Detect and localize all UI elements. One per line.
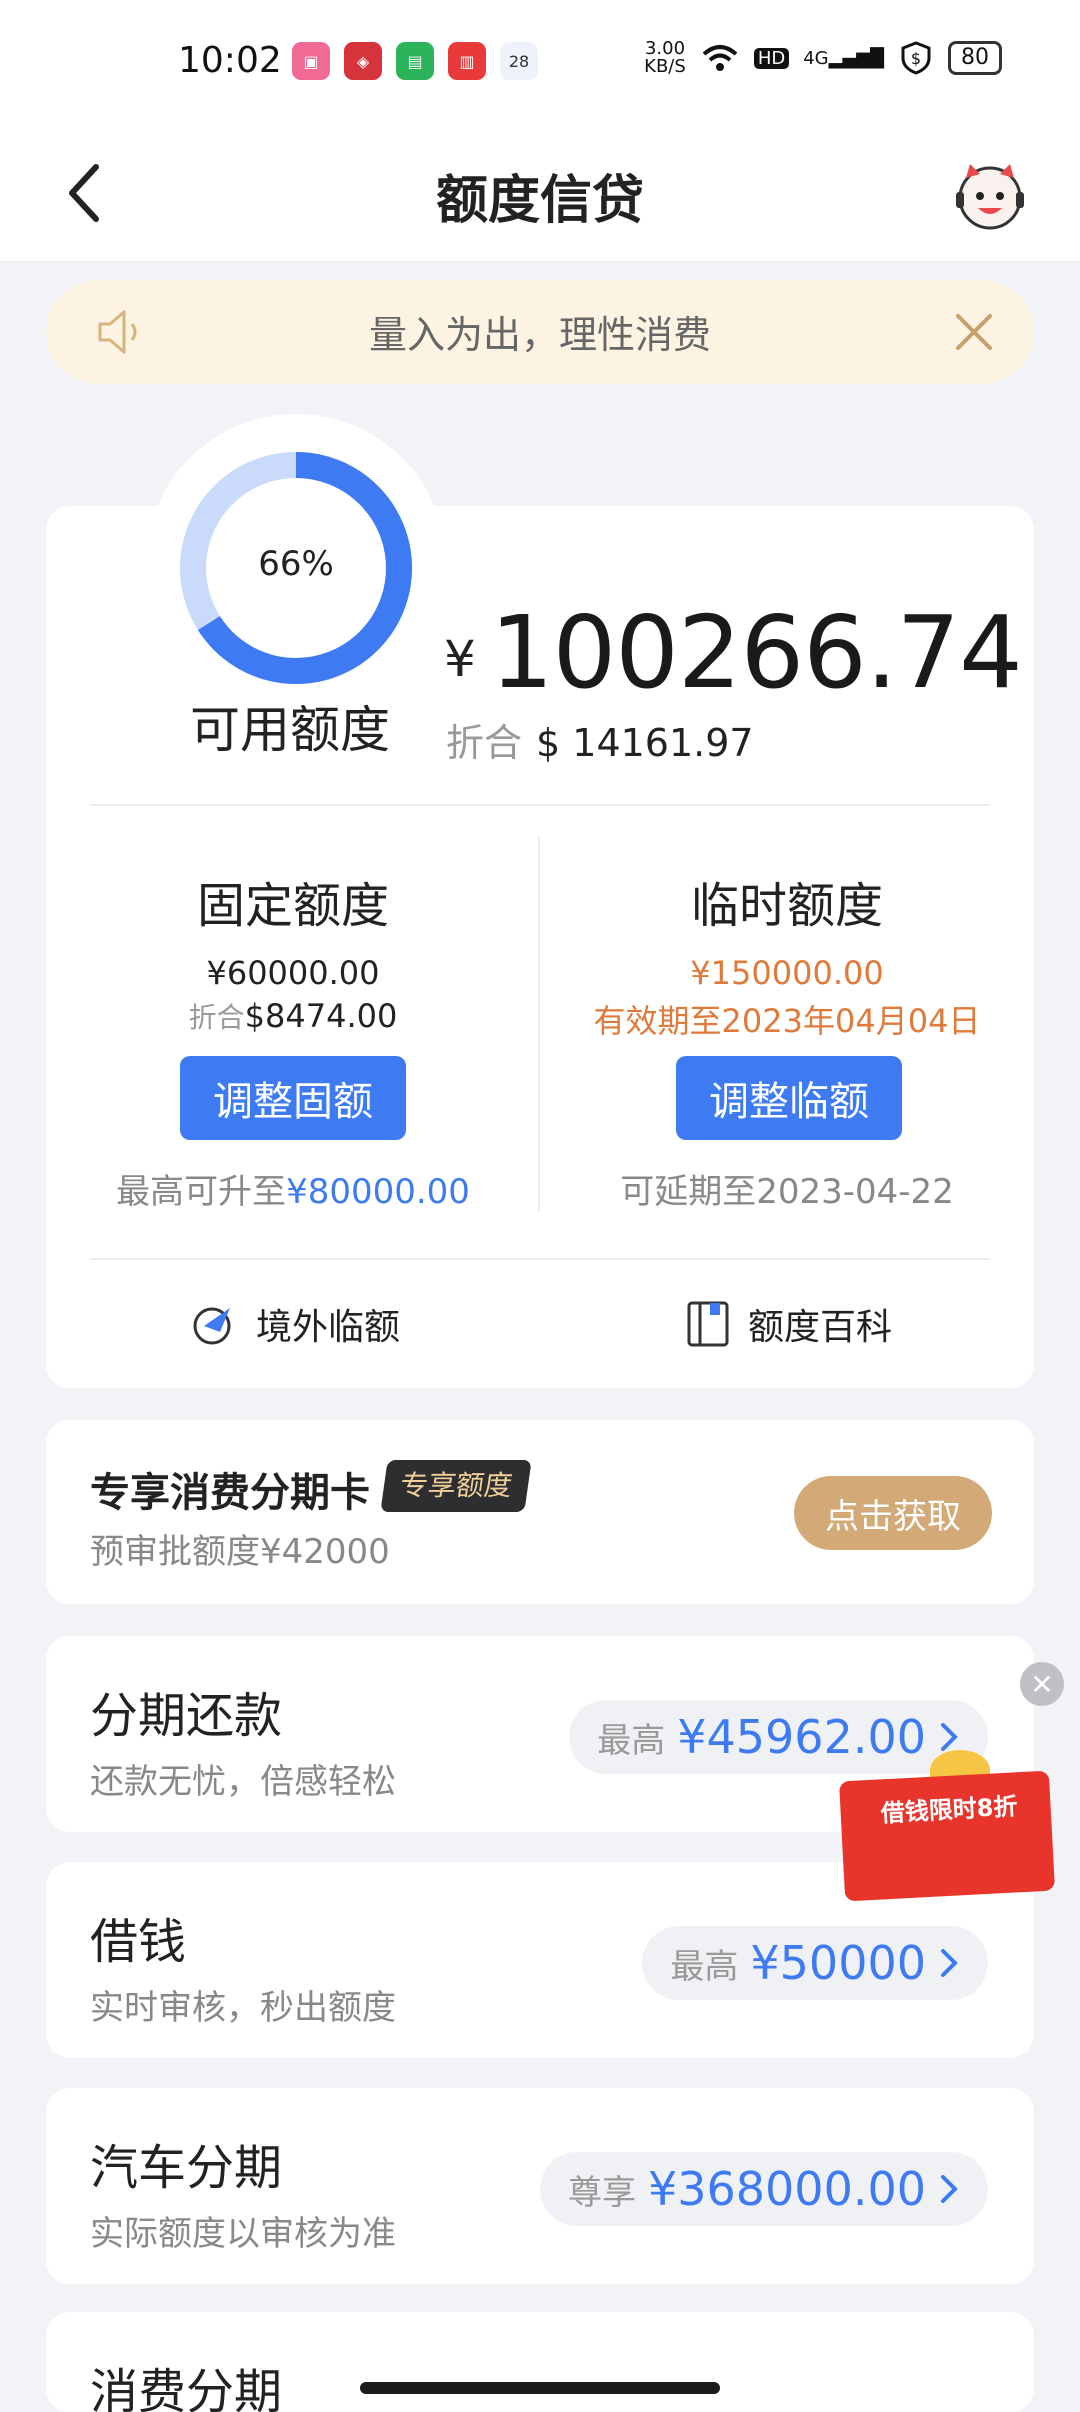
usage-percent: 66%	[258, 544, 334, 584]
offer-title: 专享消费分期卡	[90, 1470, 370, 1516]
offer-tag: 专享额度	[380, 1460, 532, 1512]
calendar-icon: 28	[500, 42, 538, 80]
svg-text:$: $	[911, 49, 921, 68]
row-amount-pill[interactable]: 尊享 ¥368000.00	[539, 2152, 988, 2226]
chat-app-icon: ▤	[396, 42, 434, 80]
list-item-consumer-installment[interactable]: 消费分期	[46, 2312, 1034, 2412]
divider	[90, 804, 990, 806]
convert-amount: $ 14161.97	[536, 721, 754, 765]
installment-card-offer[interactable]: 专享消费分期卡 专享额度 预审批额度¥42000 点击获取	[46, 1420, 1034, 1604]
plane-globe-icon	[193, 1307, 231, 1345]
status-time: 10:02	[178, 40, 282, 81]
promo-close-icon[interactable]: ✕	[1020, 1662, 1064, 1706]
available-converted: 折合 $ 14161.97	[446, 712, 754, 767]
convert-prefix: 折合	[446, 721, 523, 765]
temp-credit-extend: 可延期至2023-04-22	[620, 1172, 954, 1212]
hd-icon: HD	[753, 47, 790, 69]
bank-app-icon: ◈	[344, 42, 382, 80]
overseas-credit-link[interactable]: 境外临额	[190, 1298, 400, 1350]
close-icon[interactable]	[948, 306, 1000, 362]
get-offer-button[interactable]: 点击获取	[794, 1476, 992, 1550]
fixed-credit-amount: ¥60000.00	[206, 954, 380, 992]
signal-icon: 4G▂▄▆█	[803, 47, 884, 69]
row-title: 汽车分期	[90, 2140, 283, 2196]
bilibili-icon: ▣	[292, 42, 330, 80]
currency-symbol: ¥	[444, 630, 476, 688]
offer-subtitle: 预审批额度¥42000	[90, 1532, 390, 1572]
row-title: 分期还款	[90, 1688, 283, 1744]
app-header: 额度信贷	[0, 130, 1080, 262]
promo-float[interactable]: 借钱限时8折	[830, 1750, 1072, 1920]
notification-icons: ▣ ◈ ▤ ▥ 28	[292, 42, 538, 80]
video-app-icon: ▥	[448, 42, 486, 80]
available-label: 可用额度	[190, 701, 390, 759]
adjust-fixed-button[interactable]: 调整固额	[180, 1056, 406, 1140]
notice-text: 量入为出，理性消费	[368, 313, 711, 357]
row-title: 借钱	[90, 1914, 187, 1970]
list-item-car-installment[interactable]: 汽车分期 实际额度以审核为准 尊享 ¥368000.00	[46, 2088, 1034, 2284]
status-bar: 10:02 ▣ ◈ ▤ ▥ 28 3.00 KB/S HD 4G▂▄▆█ $ 8…	[0, 0, 1080, 130]
battery-indicator: 80	[948, 41, 1002, 75]
chevron-right-icon	[941, 2175, 958, 2203]
chevron-right-icon	[941, 1723, 958, 1751]
row-subtitle: 还款无忧，倍感轻松	[90, 1762, 396, 1802]
shield-icon: $	[901, 41, 931, 75]
fixed-credit-title: 固定额度	[196, 878, 389, 934]
fixed-credit-converted: 折合$8474.00	[188, 997, 398, 1035]
page-title: 额度信贷	[435, 171, 644, 231]
temp-credit-valid: 有效期至2023年04月04日	[593, 1002, 981, 1040]
chevron-right-icon	[941, 1949, 958, 1977]
divider	[90, 1258, 990, 1260]
net-speed: 3.00 KB/S	[644, 38, 686, 77]
adjust-temp-button[interactable]: 调整临额	[676, 1056, 902, 1140]
available-amount: 100266.74	[490, 594, 1023, 711]
notice-banner: 量入为出，理性消费	[46, 280, 1034, 384]
wifi-icon	[702, 45, 738, 71]
row-subtitle: 实际额度以审核为准	[90, 2214, 396, 2254]
book-icon	[687, 1301, 729, 1347]
status-indicators: 3.00 KB/S HD 4G▂▄▆█ $ 80	[644, 40, 1002, 76]
row-title: 消费分期	[90, 2364, 283, 2412]
row-subtitle: 实时审核，秒出额度	[90, 1988, 396, 2028]
assistant-mascot-icon[interactable]	[940, 144, 1040, 244]
row-amount-pill[interactable]: 最高 ¥50000	[642, 1926, 988, 2000]
home-indicator[interactable]	[360, 2382, 720, 2394]
temp-credit-title: 临时额度	[690, 878, 883, 934]
temp-credit-amount: ¥150000.00	[690, 954, 884, 992]
fixed-credit-max: 最高可升至¥80000.00	[116, 1172, 470, 1212]
credit-wiki-link[interactable]: 额度百科	[686, 1298, 892, 1350]
